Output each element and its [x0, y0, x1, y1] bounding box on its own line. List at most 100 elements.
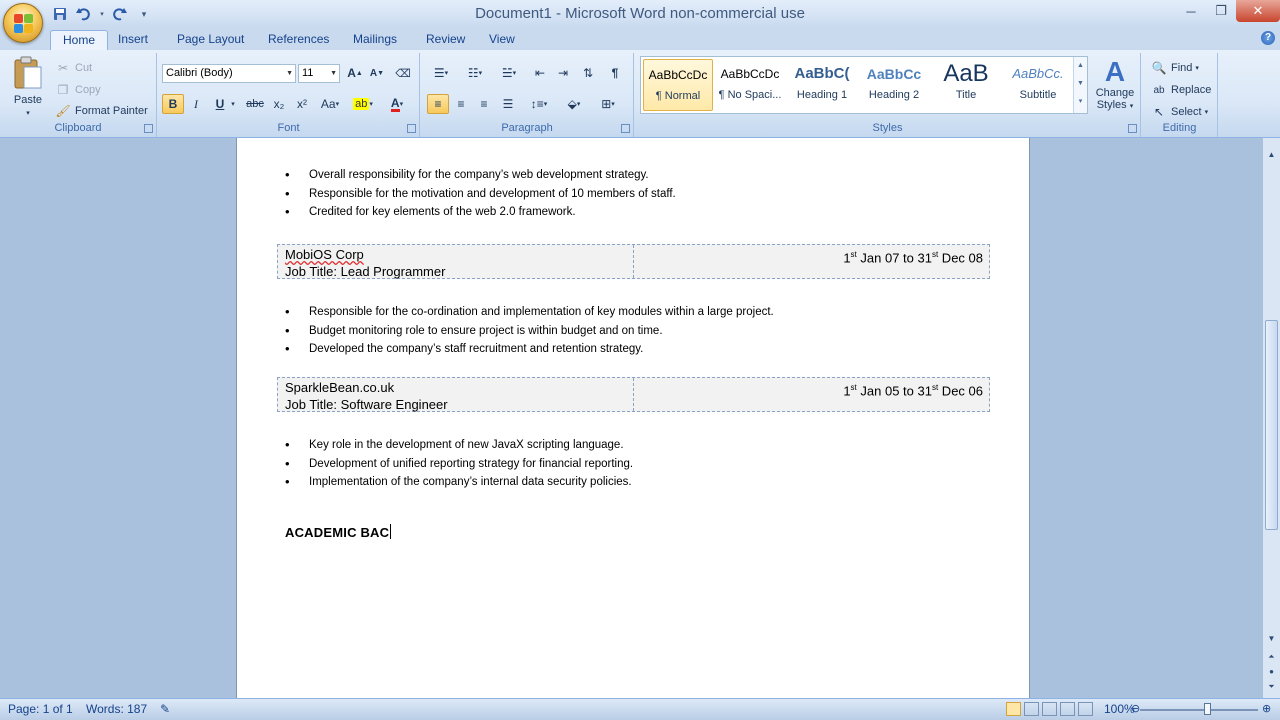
maximize-button[interactable]: ❐: [1206, 0, 1236, 22]
font-name-combo[interactable]: Calibri (Body) ▼: [162, 64, 296, 83]
browse-object-icon[interactable]: ●: [1265, 665, 1278, 678]
job-cell-left: MobiOS Corp Job Title: Lead Programmer: [278, 245, 634, 279]
full-screen-reading-icon[interactable]: [1024, 702, 1039, 716]
list-item: Developed the company’s staff recruitmen…: [285, 340, 774, 359]
bold-button[interactable]: B: [162, 94, 184, 114]
styles-gallery-scroll[interactable]: ▲ ▼ ▾: [1073, 57, 1087, 113]
chevron-down-icon[interactable]: ▼: [1074, 75, 1087, 93]
replace-label: Replace: [1171, 84, 1212, 96]
next-page-icon[interactable]: ⏷: [1265, 680, 1278, 693]
numbering-button[interactable]: ☷ ▾: [461, 63, 489, 83]
minimize-button[interactable]: ─: [1176, 0, 1206, 22]
tab-page-layout[interactable]: Page Layout: [165, 30, 256, 50]
font-launcher-icon[interactable]: [407, 124, 416, 133]
previous-page-icon[interactable]: ⏶: [1265, 650, 1278, 663]
office-button[interactable]: [3, 3, 43, 43]
subscript-button[interactable]: x₂: [268, 94, 290, 114]
multilevel-list-button[interactable]: ☱ ▾: [495, 63, 523, 83]
outline-icon[interactable]: [1060, 702, 1075, 716]
zoom-slider-thumb[interactable]: [1204, 703, 1211, 715]
clipboard-group-label: Clipboard: [54, 122, 102, 134]
justify-button[interactable]: ☰: [497, 94, 519, 114]
tab-home[interactable]: Home: [50, 30, 109, 50]
font-color-button[interactable]: A ▾: [382, 94, 412, 114]
proofing-icon[interactable]: ✎: [160, 702, 170, 716]
zoom-out-icon[interactable]: ⊖: [1131, 702, 1140, 715]
style-heading-1[interactable]: AaBbC( Heading 1: [787, 59, 857, 111]
underline-dropdown-icon[interactable]: ▾: [228, 94, 238, 114]
tab-insert[interactable]: Insert: [106, 30, 160, 50]
draft-icon[interactable]: [1078, 702, 1093, 716]
zoom-in-icon[interactable]: ⊕: [1262, 702, 1271, 715]
clipboard-launcher-icon[interactable]: [144, 124, 153, 133]
cut-label: Cut: [75, 62, 93, 74]
format-painter-button[interactable]: 🖌 Format Painter: [54, 102, 147, 120]
document-page[interactable]: Overall responsibility for the company’s…: [236, 138, 1030, 698]
bullets-icon: ☰: [433, 66, 445, 80]
borders-button[interactable]: ⊞ ▾: [593, 94, 623, 114]
style-no-spacing[interactable]: AaBbCcDc ¶ No Spaci...: [715, 59, 785, 111]
scroll-down-icon[interactable]: ▼: [1265, 632, 1278, 645]
style-subtitle[interactable]: AaBbCc. Subtitle: [1003, 59, 1073, 111]
align-left-button[interactable]: ≡: [427, 94, 449, 114]
change-styles-button[interactable]: A Change Styles ▾: [1093, 57, 1137, 112]
more-styles-icon[interactable]: ▾: [1074, 93, 1087, 111]
select-button[interactable]: ↖ Select ▾: [1150, 103, 1208, 121]
tab-mailings[interactable]: Mailings: [341, 30, 409, 50]
clipboard-group: Paste ▾ ✂ Cut ❐ Copy 🖌 Format Painter Cl…: [0, 53, 157, 137]
paste-label: Paste: [13, 94, 43, 106]
tab-view[interactable]: View: [477, 30, 527, 50]
help-icon[interactable]: ?: [1261, 31, 1275, 45]
tab-review[interactable]: Review: [414, 30, 477, 50]
scrollbar-thumb[interactable]: [1265, 320, 1278, 530]
print-layout-icon[interactable]: [1006, 702, 1021, 716]
italic-button[interactable]: I: [185, 94, 207, 114]
superscript-button[interactable]: x²: [291, 94, 313, 114]
zoom-slider[interactable]: [1140, 709, 1258, 711]
align-right-icon: ≡: [480, 97, 488, 111]
grow-font-button[interactable]: A ▲: [344, 63, 366, 83]
scroll-up-icon[interactable]: ▲: [1265, 148, 1278, 161]
line-spacing-button[interactable]: ↕≡ ▾: [525, 94, 553, 114]
bullets-button[interactable]: ☰ ▾: [427, 63, 455, 83]
word-count[interactable]: Words: 187: [86, 702, 147, 716]
clear-formatting-button[interactable]: ⌫: [392, 63, 414, 83]
styles-gallery: AaBbCcDc ¶ Normal AaBbCcDc ¶ No Spaci...…: [640, 56, 1088, 114]
page-count[interactable]: Page: 1 of 1: [8, 702, 73, 716]
align-right-button[interactable]: ≡: [473, 94, 495, 114]
close-button[interactable]: ✕: [1236, 0, 1280, 22]
tab-references[interactable]: References: [256, 30, 341, 50]
style-normal[interactable]: AaBbCcDc ¶ Normal: [643, 59, 713, 111]
shading-button[interactable]: ⬙ ▾: [559, 94, 589, 114]
align-center-button[interactable]: ≡: [450, 94, 472, 114]
copy-icon: ❐: [57, 83, 69, 97]
replace-icon: ab: [1153, 84, 1165, 96]
web-layout-icon[interactable]: [1042, 702, 1057, 716]
paragraph-launcher-icon[interactable]: [621, 124, 630, 133]
decrease-indent-button[interactable]: ⇤: [529, 63, 551, 83]
job-dates: 1st Jan 07 to 31st Dec 08: [843, 250, 983, 266]
cut-button[interactable]: ✂ Cut: [54, 59, 92, 77]
paste-button[interactable]: Paste ▾: [8, 55, 48, 117]
style-heading-2[interactable]: AaBbCc Heading 2: [859, 59, 929, 111]
styles-launcher-icon[interactable]: [1128, 124, 1137, 133]
font-size-combo[interactable]: 11 ▼: [298, 64, 340, 83]
change-case-button[interactable]: Aa ▾: [316, 94, 344, 114]
paragraph-group-label: Paragraph: [501, 122, 553, 134]
chevron-up-icon[interactable]: ▲: [1074, 57, 1087, 75]
style-sample: AaBbCcDc: [648, 68, 708, 82]
show-formatting-button[interactable]: ¶: [604, 63, 626, 83]
copy-button[interactable]: ❐ Copy: [54, 81, 101, 99]
change-case-icon: Aa: [320, 97, 336, 111]
shrink-font-button[interactable]: A ▼: [366, 63, 388, 83]
replace-button[interactable]: ab Replace: [1150, 81, 1211, 99]
find-button[interactable]: 🔍 Find ▾: [1150, 59, 1199, 77]
style-sample: AaBbC(: [794, 65, 850, 82]
job-cell-left: SparkleBean.co.uk Job Title: Software En…: [278, 378, 634, 412]
sort-button[interactable]: ⇅: [577, 63, 599, 83]
vertical-scrollbar[interactable]: ▲ ▼ ⏶ ● ⏷: [1262, 138, 1280, 698]
strikethrough-button[interactable]: abc: [244, 94, 266, 114]
highlight-button[interactable]: ab ▾: [348, 94, 378, 114]
increase-indent-button[interactable]: ⇥: [552, 63, 574, 83]
style-title[interactable]: AaB Title: [931, 59, 1001, 111]
